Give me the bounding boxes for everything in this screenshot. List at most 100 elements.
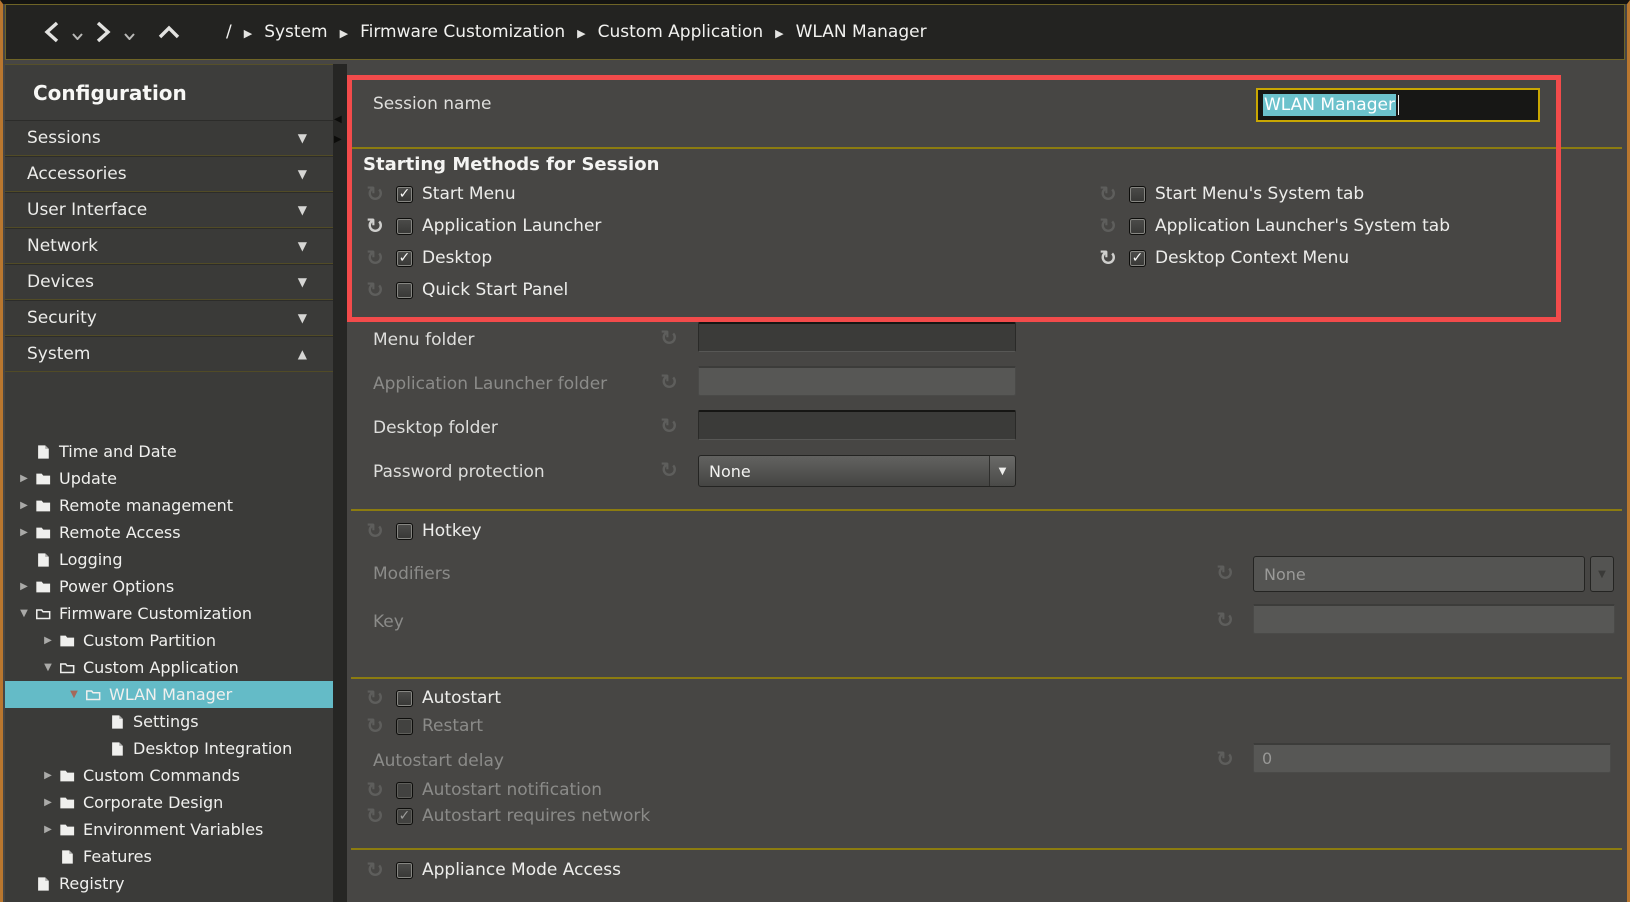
checkbox[interactable]: ✓: [396, 250, 413, 267]
starting-method-application-launcher-s-system-tab[interactable]: ↺Application Launcher's System tab: [1096, 210, 1450, 242]
reset-icon[interactable]: ↺: [657, 460, 681, 481]
tree-item-custom-commands[interactable]: ▶Custom Commands: [5, 762, 333, 789]
sidebar-item-network[interactable]: Network▼: [5, 228, 333, 264]
breadcrumb-custom-application[interactable]: Custom Application: [598, 22, 764, 42]
desktop-folder-input[interactable]: [698, 410, 1016, 440]
expander-collapsed-icon[interactable]: ▶: [41, 824, 55, 835]
reset-icon[interactable]: ↺: [1096, 248, 1120, 269]
sidebar-item-user-interface[interactable]: User Interface▼: [5, 192, 333, 228]
reset-icon[interactable]: ↺: [363, 280, 387, 301]
folder-icon: [33, 579, 53, 595]
folder-open-icon: [83, 687, 103, 703]
reset-icon[interactable]: ↺: [1096, 216, 1120, 237]
expander-expanded-icon[interactable]: ▼: [67, 689, 81, 700]
reset-icon[interactable]: ↺: [657, 328, 681, 349]
tree-item-registry[interactable]: Registry: [5, 870, 333, 897]
forward-history-dropdown-icon[interactable]: [122, 15, 136, 49]
chevron-down-icon: ▼: [298, 131, 307, 145]
starting-method-quick-start-panel[interactable]: ↺Quick Start Panel: [363, 274, 601, 306]
sidebar-item-sessions[interactable]: Sessions▼: [5, 120, 333, 156]
tree-item-logging[interactable]: Logging: [5, 546, 333, 573]
starting-method-start-menu-s-system-tab[interactable]: ↺Start Menu's System tab: [1096, 178, 1450, 210]
starting-method-start-menu[interactable]: ↺ ✓ Start Menu: [363, 178, 601, 210]
reset-icon[interactable]: ↺: [363, 216, 387, 237]
expander-collapsed-icon[interactable]: ▶: [17, 473, 31, 484]
sidebar-splitter[interactable]: ◀ ▶: [333, 64, 347, 902]
reset-icon[interactable]: ↺: [363, 184, 387, 205]
checkbox-label: Start Menu: [422, 184, 516, 204]
expander-collapsed-icon[interactable]: ▶: [41, 635, 55, 646]
reset-icon: ↺: [1213, 749, 1237, 770]
reset-icon[interactable]: ↺: [363, 860, 387, 881]
expander-collapsed-icon[interactable]: ▶: [41, 797, 55, 808]
tree-item-settings[interactable]: Settings: [5, 708, 333, 735]
autostart-checkbox-row[interactable]: ↺Autostart: [363, 685, 501, 711]
up-level-button[interactable]: [154, 15, 184, 49]
system-tree: Time and Date▶Update▶Remote management▶R…: [5, 438, 333, 902]
breadcrumb-system[interactable]: System: [264, 22, 327, 42]
tree-item-custom-application[interactable]: ▼Custom Application: [5, 654, 333, 681]
checkbox[interactable]: [396, 862, 413, 879]
tree-item-firmware-customization[interactable]: ▼ Firmware Customization: [5, 600, 333, 627]
session-name-input[interactable]: WLAN Manager: [1256, 88, 1540, 122]
checkbox[interactable]: [396, 523, 413, 540]
folder-icon: [57, 768, 77, 784]
expander-expanded-icon[interactable]: ▼: [17, 608, 31, 619]
tree-item-corporate-design[interactable]: ▶Corporate Design: [5, 789, 333, 816]
tree-item-remote-access[interactable]: ▶Remote Access: [5, 519, 333, 546]
expander-collapsed-icon[interactable]: ▶: [17, 500, 31, 511]
breadcrumb-root[interactable]: /: [226, 22, 232, 42]
tree-item-desktop-integration[interactable]: Desktop Integration: [5, 735, 333, 762]
tree-item-wlan-manager[interactable]: ▼WLAN Manager: [5, 681, 333, 708]
expand-right-icon[interactable]: ▶: [334, 134, 342, 145]
reset-icon[interactable]: ↺: [657, 416, 681, 437]
starting-method-desktop-context-menu[interactable]: ↺✓Desktop Context Menu: [1096, 242, 1450, 274]
tree-item-power-options[interactable]: ▶Power Options: [5, 573, 333, 600]
sidebar-item-security[interactable]: Security▼: [5, 300, 333, 336]
tree-item-time-and-date[interactable]: Time and Date: [5, 438, 333, 465]
checkbox[interactable]: [1129, 186, 1146, 203]
tree-item-environment-variables[interactable]: ▶Environment Variables: [5, 816, 333, 843]
chevron-down-icon: ▼: [298, 167, 307, 181]
tree-item-label: Firmware Customization: [59, 604, 252, 623]
expander-collapsed-icon[interactable]: ▶: [17, 581, 31, 592]
sidebar-item-devices[interactable]: Devices▼: [5, 264, 333, 300]
forward-button[interactable]: [88, 15, 118, 49]
tree-item-custom-partition[interactable]: ▶Custom Partition: [5, 627, 333, 654]
folder-icon: [57, 795, 77, 811]
starting-method-application-launcher[interactable]: ↺Application Launcher: [363, 210, 601, 242]
folder-open-icon: [57, 660, 77, 676]
expander-collapsed-icon[interactable]: ▶: [17, 527, 31, 538]
checkbox[interactable]: [1129, 218, 1146, 235]
checkbox[interactable]: [396, 218, 413, 235]
tree-item-remote-management[interactable]: ▶Remote management: [5, 492, 333, 519]
sidebar-item-accessories[interactable]: Accessories▼: [5, 156, 333, 192]
collapse-left-icon[interactable]: ◀: [334, 114, 342, 125]
tree-item-update[interactable]: ▶Update: [5, 465, 333, 492]
chevron-down-icon[interactable]: ▼: [989, 456, 1015, 486]
checkbox[interactable]: [396, 282, 413, 299]
expander-expanded-icon[interactable]: ▼: [41, 662, 55, 673]
breadcrumb-wlan-manager[interactable]: WLAN Manager: [796, 22, 927, 42]
reset-icon[interactable]: ↺: [363, 688, 387, 709]
sidebar-item-system[interactable]: System▲: [5, 336, 333, 372]
expander-collapsed-icon[interactable]: ▶: [41, 770, 55, 781]
reset-icon[interactable]: ↺: [1096, 184, 1120, 205]
back-history-dropdown-icon[interactable]: [70, 15, 84, 49]
checkbox[interactable]: ✓: [396, 186, 413, 203]
checkbox[interactable]: ✓: [1129, 250, 1146, 267]
appliance-mode-access-row[interactable]: ↺Appliance Mode Access: [363, 856, 621, 884]
menu-folder-input[interactable]: [698, 322, 1016, 352]
back-button[interactable]: [36, 15, 66, 49]
reset-icon: ↺: [363, 716, 387, 737]
checkbox[interactable]: [396, 690, 413, 707]
starting-method-desktop[interactable]: ↺✓Desktop: [363, 242, 601, 274]
password-protection-select[interactable]: None ▼: [698, 455, 1016, 487]
hotkey-checkbox-row[interactable]: ↺Hotkey: [363, 516, 482, 546]
reset-icon[interactable]: ↺: [363, 521, 387, 542]
reset-icon[interactable]: ↺: [363, 248, 387, 269]
breadcrumb-separator-icon: ▶: [340, 27, 348, 40]
folder-icon: [33, 471, 53, 487]
breadcrumb-firmware-customization[interactable]: Firmware Customization: [360, 22, 565, 42]
tree-item-features[interactable]: Features: [5, 843, 333, 870]
